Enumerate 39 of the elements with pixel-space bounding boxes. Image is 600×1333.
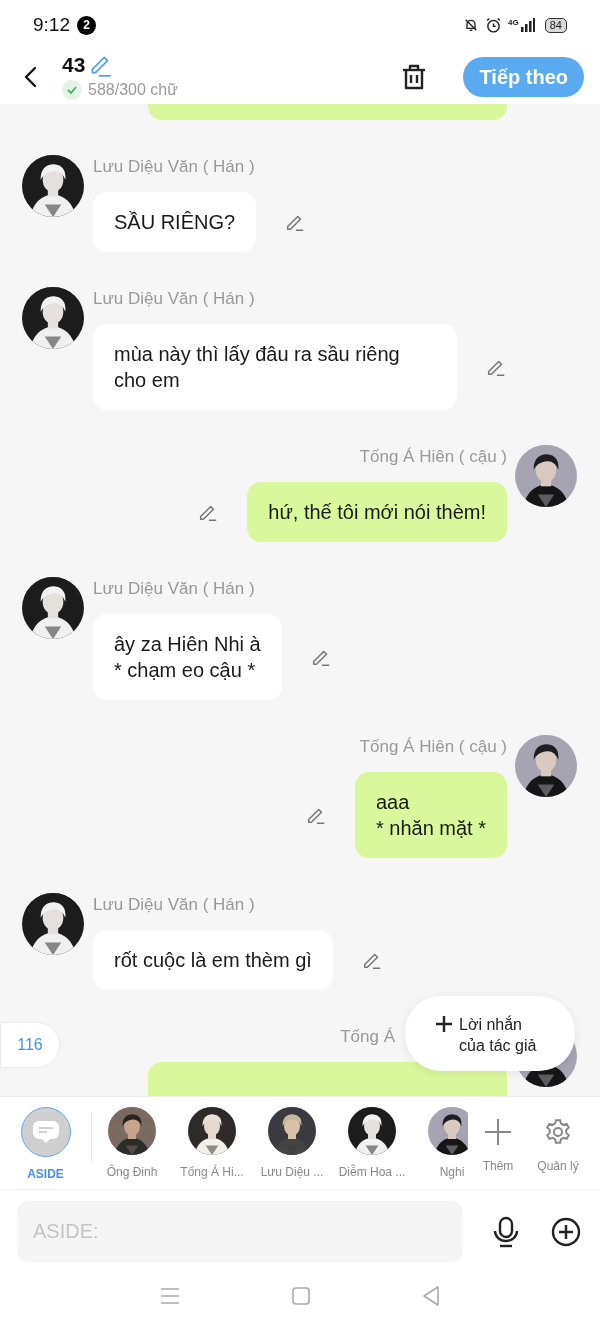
home-icon[interactable] — [292, 1287, 310, 1305]
microphone-icon[interactable] — [492, 1215, 520, 1248]
character-tab[interactable]: Tống Á Hi... — [172, 1107, 252, 1181]
character-tab[interactable]: Nghi — [412, 1107, 468, 1181]
sender-name: Lưu Diệu Văn ( Hán ) — [93, 288, 255, 310]
page-counter[interactable]: 116 — [0, 1022, 60, 1068]
clock-time: 9:12 — [33, 12, 70, 37]
message-bubble: ây za Hiên Nhi à * chạm eo cậu * — [93, 614, 282, 700]
sender-name: Tống Á — [340, 1026, 395, 1048]
add-circle-icon[interactable] — [551, 1216, 581, 1247]
chat-icon — [20, 1107, 71, 1157]
plus-icon — [435, 1015, 453, 1033]
character-tab[interactable]: Diễm Hoa ... — [332, 1107, 412, 1181]
trash-icon[interactable] — [401, 63, 428, 91]
battery-indicator: 84 — [544, 17, 567, 33]
aside-tab[interactable]: ASIDE — [0, 1107, 91, 1183]
message-bubble: SẦU RIÊNG? — [93, 192, 257, 252]
chapter-title: 43 — [62, 52, 86, 78]
character-tab[interactable]: Ông Đinh — [92, 1107, 172, 1181]
alarm-clock-icon — [485, 16, 503, 34]
signal-icon — [520, 18, 535, 32]
sender-name: Lưu Diệu Văn ( Hán ) — [93, 578, 255, 600]
manage-button[interactable]: Quản lý — [528, 1111, 588, 1175]
sender-name: Tống Á Hiên ( cậu ) — [359, 446, 507, 468]
sender-name: Lưu Diệu Văn ( Hán ) — [93, 156, 255, 178]
character-tab[interactable]: Lưu Diệu ... — [252, 1107, 332, 1181]
message-bubble: rốt cuộc là em thèm gì — [93, 930, 333, 990]
message-bubble: mùa này thì lấy đâu ra sầu riêng cho em — [93, 324, 457, 410]
sender-name: Tống Á Hiên ( cậu ) — [359, 736, 507, 758]
author-note-button[interactable]: Lời nhắn của tác giả — [405, 996, 575, 1071]
add-button[interactable]: Thêm — [468, 1111, 528, 1175]
notification-badge: 2 — [77, 15, 96, 35]
sender-name: Lưu Diệu Văn ( Hán ) — [93, 894, 255, 916]
next-button[interactable]: Tiếp theo — [463, 57, 584, 97]
word-count: 588/300 chữ — [88, 80, 178, 100]
message-bubble: hứ, thế tôi mới nói thèm! — [247, 482, 507, 542]
message-bubble: aaa * nhăn mặt * — [354, 772, 507, 858]
check-icon — [62, 80, 82, 100]
network-type: 4G — [508, 18, 519, 27]
